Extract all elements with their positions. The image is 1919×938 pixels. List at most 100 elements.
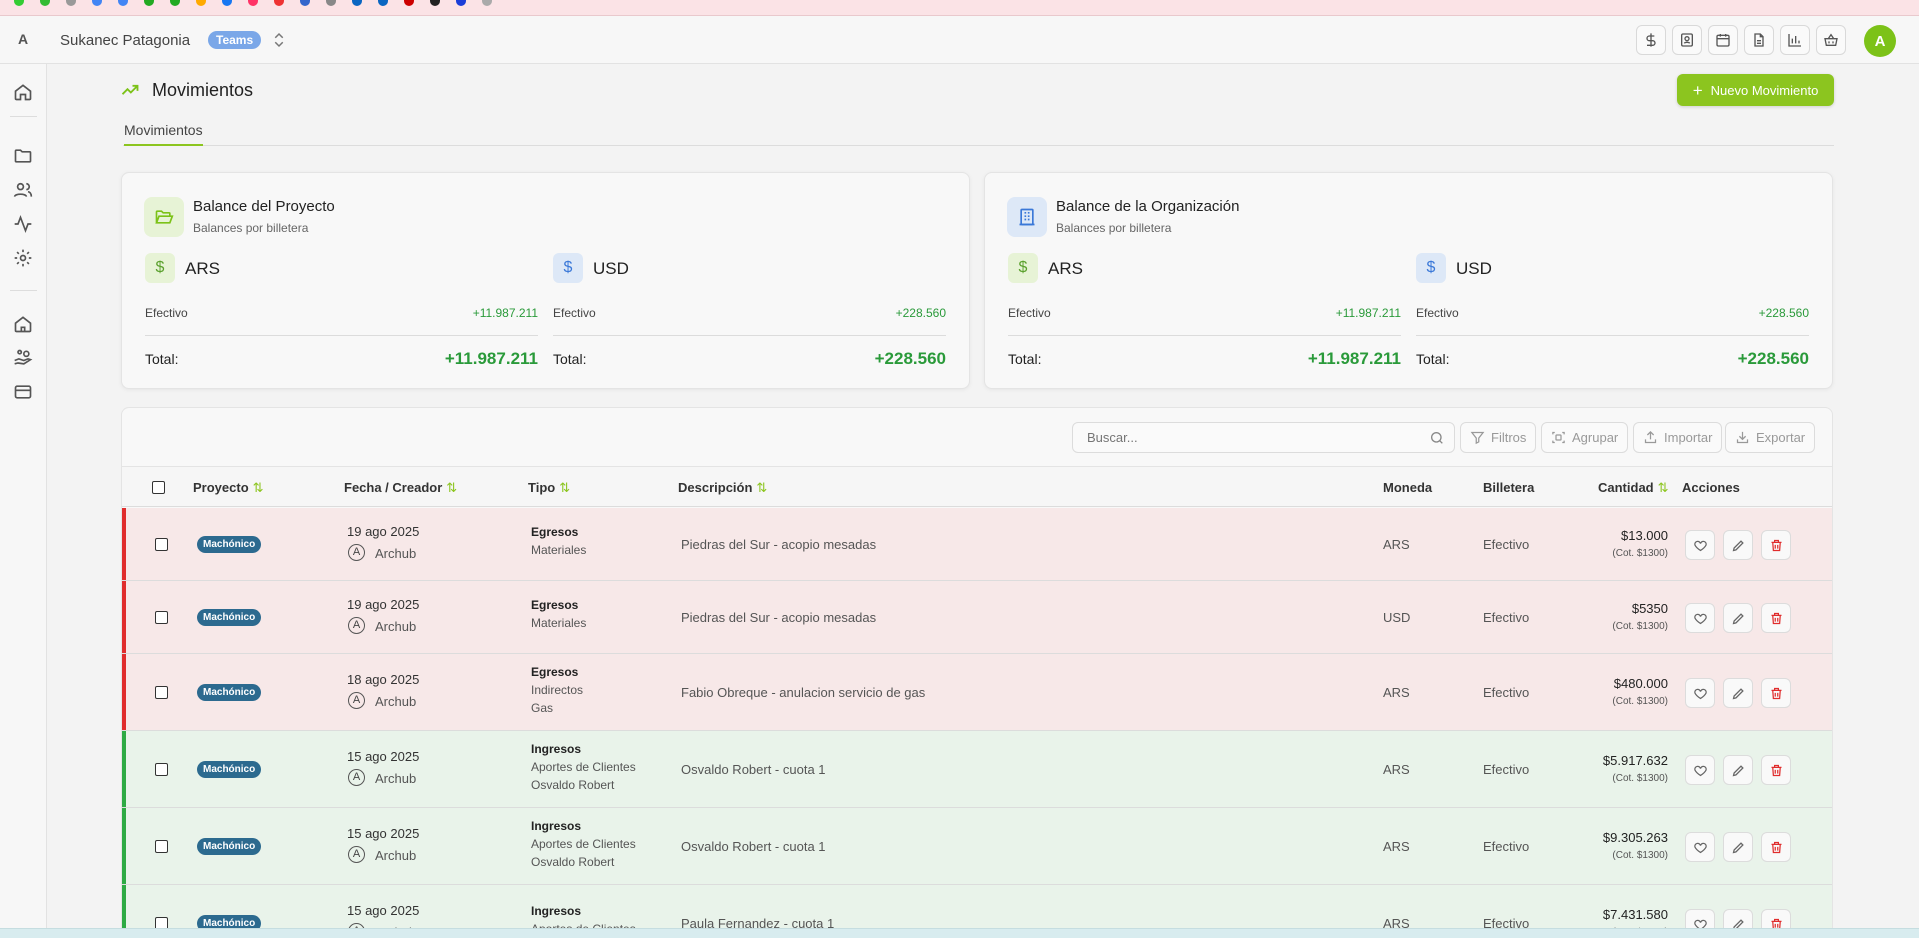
group-button[interactable]: Agrupar	[1541, 422, 1629, 453]
favorite-button[interactable]	[1685, 530, 1715, 560]
bookmark-favicon[interactable]	[170, 0, 180, 6]
table-row[interactable]: Machónico 19 ago 2025 A Archub Egresos Materi…	[122, 581, 1832, 654]
delete-button[interactable]	[1761, 530, 1791, 560]
search-field[interactable]	[1072, 422, 1455, 453]
column-header-type[interactable]: Tipo ⇅	[528, 480, 570, 496]
delete-button[interactable]	[1761, 832, 1791, 862]
edit-button[interactable]	[1723, 530, 1753, 560]
edit-button[interactable]	[1723, 603, 1753, 633]
bookmark-favicon[interactable]	[326, 0, 336, 6]
export-button[interactable]: Exportar	[1725, 422, 1816, 453]
bookmark-favicon[interactable]	[118, 0, 128, 6]
sort-icon[interactable]: ⇅	[253, 480, 264, 495]
sort-icon[interactable]: ⇅	[446, 480, 457, 495]
delete-button[interactable]	[1761, 755, 1791, 785]
total-label: Total:	[1416, 351, 1450, 367]
table-row[interactable]: Machónico 18 ago 2025 A Archub Egresos Indire…	[122, 654, 1832, 731]
org-logo[interactable]: A	[18, 31, 28, 47]
filters-button[interactable]: Filtros	[1460, 422, 1537, 453]
users-icon[interactable]	[13, 180, 33, 200]
edit-button[interactable]	[1723, 755, 1753, 785]
bookmark-favicon[interactable]	[66, 0, 76, 6]
wallet-value: +11.987.211	[472, 306, 538, 320]
building-icon[interactable]	[13, 314, 33, 334]
row-exchange-rate: (Cot. $1300)	[1612, 621, 1668, 632]
row-creator: Archub	[375, 771, 417, 786]
row-checkbox[interactable]	[155, 538, 168, 551]
sort-icon[interactable]: ⇅	[756, 480, 767, 495]
column-header-actions: Acciones	[1682, 480, 1740, 495]
bookmark-favicon[interactable]	[404, 0, 414, 6]
select-all-checkbox[interactable]	[152, 481, 165, 494]
bookmark-favicon[interactable]	[430, 0, 440, 6]
edit-button[interactable]	[1723, 832, 1753, 862]
chevrons-up-down-icon[interactable]	[270, 31, 288, 49]
bookmark-favicon[interactable]	[222, 0, 232, 6]
bookmark-favicon[interactable]	[352, 0, 362, 6]
bar-chart-icon[interactable]	[1780, 25, 1810, 55]
bookmark-favicon[interactable]	[300, 0, 310, 6]
table-row[interactable]: Machónico 15 ago 2025 A Archub Ingresos Aport…	[122, 808, 1832, 885]
favorite-button[interactable]	[1685, 678, 1715, 708]
sort-icon[interactable]: ⇅	[1658, 480, 1669, 495]
bookmark-favicon[interactable]	[92, 0, 102, 6]
trash-icon	[1769, 686, 1784, 701]
card-subtitle: Balances por billetera	[1056, 221, 1172, 235]
dollar-icon[interactable]	[1636, 25, 1666, 55]
bookmark-favicon[interactable]	[378, 0, 388, 6]
calendar-icon[interactable]	[1708, 25, 1738, 55]
user-avatar[interactable]: A	[1864, 25, 1896, 57]
row-checkbox[interactable]	[155, 763, 168, 776]
bookmark-favicon[interactable]	[482, 0, 492, 6]
org-name[interactable]: Sukanec Patagonia	[60, 32, 190, 49]
edit-button[interactable]	[1723, 678, 1753, 708]
row-type-stripe	[122, 654, 126, 730]
bookmark-favicon[interactable]	[248, 0, 258, 6]
row-type: Ingresos	[531, 819, 582, 833]
row-creator: Archub	[375, 848, 417, 863]
settings-icon[interactable]	[13, 248, 33, 268]
bookmark-favicon[interactable]	[40, 0, 50, 6]
column-header-amount[interactable]: Cantidad ⇅	[1598, 480, 1669, 496]
delete-button[interactable]	[1761, 603, 1791, 633]
document-icon[interactable]	[1744, 25, 1774, 55]
new-movement-label: Nuevo Movimiento	[1710, 82, 1819, 98]
row-checkbox[interactable]	[155, 611, 168, 624]
basket-icon[interactable]	[1816, 25, 1846, 55]
row-checkbox[interactable]	[155, 686, 168, 699]
column-header-description[interactable]: Descripción ⇅	[678, 480, 767, 496]
total-value: +11.987.211	[1307, 349, 1401, 368]
total-label: Total:	[1008, 351, 1042, 367]
tab-movimientos[interactable]: Movimientos	[124, 122, 203, 146]
delete-button[interactable]	[1761, 678, 1791, 708]
search-input[interactable]	[1087, 430, 1417, 445]
favorite-button[interactable]	[1685, 755, 1715, 785]
bookmark-favicon[interactable]	[456, 0, 466, 6]
column-header-project[interactable]: Proyecto ⇅	[193, 480, 264, 496]
bookmark-favicon[interactable]	[144, 0, 154, 6]
contact-card-icon[interactable]	[1672, 25, 1702, 55]
activity-icon[interactable]	[13, 214, 33, 234]
column-header-date[interactable]: Fecha / Creador ⇅	[344, 480, 457, 496]
import-button[interactable]: Importar	[1633, 422, 1723, 453]
row-checkbox[interactable]	[155, 840, 168, 853]
sidebar-divider	[10, 290, 37, 291]
sort-icon[interactable]: ⇅	[559, 480, 570, 495]
favorite-button[interactable]	[1685, 832, 1715, 862]
home-icon[interactable]	[13, 82, 33, 102]
new-movement-button[interactable]: + Nuevo Movimiento	[1677, 74, 1834, 106]
bookmark-favicon[interactable]	[274, 0, 284, 6]
row-category: Indirectos	[531, 683, 584, 697]
favorite-button[interactable]	[1685, 603, 1715, 633]
table-row[interactable]: Machónico 19 ago 2025 A Archub Egresos Materi…	[122, 508, 1832, 581]
bookmark-favicon[interactable]	[14, 0, 24, 6]
movements-table-panel: Filtros Agrupar Importar Exportar Proyec…	[121, 407, 1833, 938]
bookmark-favicon[interactable]	[196, 0, 206, 6]
table-row[interactable]: Machónico 15 ago 2025 A Archub Ingresos Aport…	[122, 731, 1832, 808]
top-header: A Sukanec Patagonia Teams A	[0, 16, 1919, 64]
folder-icon[interactable]	[13, 146, 33, 166]
row-type-stripe	[122, 581, 126, 653]
creator-avatar: A	[348, 544, 365, 561]
hand-coins-icon[interactable]	[13, 348, 33, 368]
credit-card-icon[interactable]	[13, 382, 33, 402]
